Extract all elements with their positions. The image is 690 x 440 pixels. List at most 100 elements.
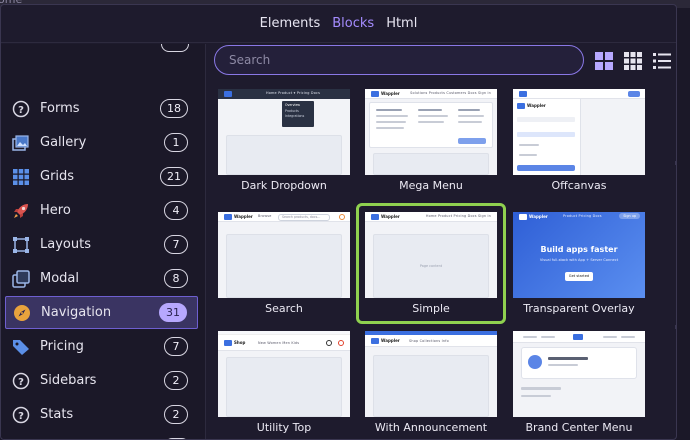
thumbnail-dropdown-menu: Overview Products Integrations: [282, 101, 314, 127]
sidebar-item-label: Sidebars: [40, 373, 97, 388]
block-caption: Utility Top: [256, 421, 312, 434]
count-badge: 1: [164, 133, 188, 152]
panel-tabs: Elements Blocks Html: [1, 5, 676, 43]
thumbnail-nav-links: Home Product Pricing Docs Sign in: [425, 214, 491, 218]
sidebar-item-label: Navigation: [41, 305, 112, 320]
thumbnail-offcanvas-drawer: Wappler: [513, 99, 581, 175]
thumbnail-navbar: [513, 331, 645, 343]
count-badge: 7: [164, 235, 188, 254]
thumbnail-logo: [371, 91, 379, 97]
blocks-grid: Home Product ▾ Pricing Docs Overview Pro…: [207, 85, 676, 439]
tab-blocks[interactable]: Blocks: [332, 16, 374, 31]
sidebar-item-navigation[interactable]: Navigation 31: [5, 296, 198, 329]
block-card-with-announcement[interactable]: Wappler Shop Collections Info With Annou…: [365, 331, 497, 435]
search-input[interactable]: [214, 45, 584, 75]
list-view-icon[interactable]: [653, 52, 671, 70]
thumbnail-content-text: Page content: [419, 264, 443, 268]
thumbnail-brand-card: [521, 347, 637, 379]
block-card-brand-center-menu[interactable]: Brand Center Menu: [513, 331, 645, 435]
thumbnail-navbar: Home Product ▾ Pricing Docs: [218, 89, 350, 99]
block-thumbnail: Wappler: [513, 89, 645, 175]
thumbnail-logo: [224, 91, 232, 97]
thumbnail-nav-links: Solutions Products Customers Docs Sign i…: [410, 91, 491, 95]
thumbnail-avatar: [339, 214, 345, 220]
small-grid-view-icon[interactable]: [624, 52, 642, 70]
thumbnail-brand: Wappler: [529, 214, 548, 219]
block-card-search[interactable]: Wappler Browse Search products, docs... …: [218, 212, 350, 316]
thumbnail-navbar: [513, 89, 645, 99]
block-thumbnail: Wappler Solutions Products Customers Doc…: [365, 89, 497, 175]
thumbnail-navbar: Shop New Women Men Kids: [218, 335, 350, 351]
sidebar-item-stats[interactable]: ? Stats 2: [5, 398, 198, 431]
question-circle-icon: ?: [11, 371, 31, 391]
thumbnail-navbar: Wappler Solutions Products Customers Doc…: [365, 89, 497, 99]
sidebar-item-label: Stats: [40, 407, 74, 422]
svg-text:?: ?: [18, 377, 24, 388]
block-card-mega-menu[interactable]: Wappler Solutions Products Customers Doc…: [365, 89, 497, 193]
scrollbar-tick: [675, 161, 676, 165]
count-badge: 8: [164, 269, 188, 288]
thumbnail-nav-links: Browse: [258, 214, 272, 218]
sidebar-item-label: Gallery: [40, 135, 87, 150]
large-grid-view-icon[interactable]: [595, 52, 613, 70]
count-badge: 31: [159, 303, 187, 322]
thumbnail-navbar: Wappler Shop Collections Info: [365, 335, 497, 347]
sidebar-item-label: Hero: [40, 203, 71, 218]
thumbnail-logo: [519, 214, 527, 220]
thumbnail-content-area: [373, 153, 489, 175]
block-caption: Transparent Overlay: [523, 302, 635, 315]
thumbnail-brand: Wappler: [234, 214, 253, 219]
thumbnail-nav-links: Home Product ▾ Pricing Docs: [266, 91, 321, 95]
thumbnail-hero-title: Build apps faster: [540, 245, 618, 254]
thumbnail-logo: [224, 214, 232, 220]
sidebar-item-layouts[interactable]: Layouts 7: [5, 228, 198, 261]
block-thumbnail: [513, 331, 645, 417]
thumbnail-search-icon: [326, 340, 332, 346]
block-card-offcanvas[interactable]: Wappler Offcanvas: [513, 89, 645, 193]
thumbnail-hero-button: Get started: [565, 272, 593, 281]
scrollbar-tick: [675, 325, 676, 329]
sidebar-item-gallery[interactable]: Gallery 1: [5, 126, 198, 159]
sidebar-item-label: Grids: [40, 169, 75, 184]
block-card-dark-dropdown[interactable]: Home Product ▾ Pricing Docs Overview Pro…: [218, 89, 350, 193]
count-badge: 7: [164, 337, 188, 356]
thumbnail-nav-links: New Women Men Kids: [258, 341, 300, 345]
tab-html[interactable]: Html: [386, 16, 417, 31]
sidebar-item-sidebars[interactable]: ? Sidebars 2: [5, 364, 198, 397]
sidebar-item-label: Layouts: [40, 237, 91, 252]
block-card-simple[interactable]: Wappler Home Product Pricing Docs Sign i…: [356, 203, 506, 324]
sidebar-item-modal[interactable]: Modal 8: [5, 262, 198, 295]
count-badge: 18: [160, 99, 188, 118]
sidebar-item-hero[interactable]: Hero 4: [5, 194, 198, 227]
modal-icon: [11, 269, 31, 289]
sidebar-item-grids[interactable]: Grids 21: [5, 160, 198, 193]
category-sidebar[interactable]: ? Forms 18 Gallery 1 Grids 21 Hero 4 Lay…: [1, 44, 206, 439]
question-circle-icon: ?: [11, 99, 31, 119]
thumbnail-nav-button: [628, 91, 640, 97]
sidebar-item-pricing[interactable]: Pricing 7: [5, 330, 198, 363]
question-circle-icon: ?: [11, 405, 31, 425]
thumbnail-logo: [224, 340, 232, 346]
thumbnail-hero-subtitle: Visual full-stack with App + Server Conn…: [539, 258, 619, 262]
thumbnail-brand: Wappler: [381, 214, 400, 219]
price-tag-icon: [11, 337, 31, 357]
block-card-transparent-overlay[interactable]: Wappler Product Pricing Docs Sign up Bui…: [513, 212, 645, 316]
thumbnail-mega-panel: [369, 102, 493, 148]
thumbnail-cart-icon: [338, 340, 344, 346]
block-thumbnail: Wappler Product Pricing Docs Sign up Bui…: [513, 212, 645, 298]
sidebar-item-forms[interactable]: ? Forms 18: [5, 92, 198, 125]
grid-icon: [11, 167, 31, 187]
sidebar-item-label: Forms: [40, 101, 80, 116]
thumbnail-content-area: [226, 357, 342, 417]
thumbnail-navbar: Wappler Home Product Pricing Docs Sign i…: [365, 212, 497, 222]
thumbnail-logo: [573, 334, 583, 340]
block-card-utility-top[interactable]: Shop New Women Men Kids Utility Top: [218, 331, 350, 435]
block-caption: Offcanvas: [551, 179, 607, 192]
block-caption: Dark Dropdown: [241, 179, 327, 192]
count-badge: 2: [164, 371, 188, 390]
tab-elements[interactable]: Elements: [260, 16, 321, 31]
block-thumbnail: Wappler Shop Collections Info: [365, 331, 497, 417]
block-thumbnail: Home Product ▾ Pricing Docs Overview Pro…: [218, 89, 350, 175]
rocket-icon: [11, 201, 31, 221]
count-badge: 21: [160, 167, 188, 186]
